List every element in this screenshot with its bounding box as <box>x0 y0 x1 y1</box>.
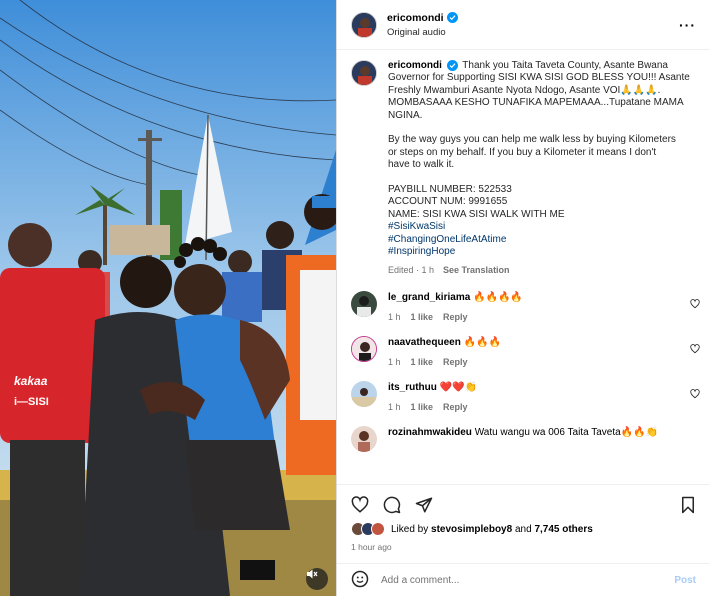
post-details-panel: ericomondi Original audio ··· ericomondi <box>336 0 710 596</box>
commenter-username[interactable]: naavathequeen <box>388 337 461 348</box>
comment-time: 1 h <box>388 311 401 322</box>
mute-toggle-button[interactable] <box>306 568 328 590</box>
comment-item: le_grand_kiriama 🔥🔥🔥🔥 1 h 1 like Reply <box>337 290 710 322</box>
post-photo: kakaa i—SISI <box>0 0 336 596</box>
instagram-post-view: kakaa i—SISI ericomondi Original audio ·… <box>0 0 710 596</box>
share-icon[interactable] <box>415 496 433 514</box>
caption-line: Thank you Taita Taveta County, Asante Bw… <box>462 60 668 71</box>
comment-input[interactable]: Add a comment... <box>381 575 674 586</box>
comment-likes[interactable]: 1 like <box>411 402 434 412</box>
bookmark-icon[interactable] <box>680 496 696 514</box>
audio-label[interactable]: Original audio <box>387 27 679 38</box>
likes-count[interactable]: 7,745 others <box>534 524 592 535</box>
caption-text: ericomondi Thank you Taita Taveta County… <box>388 60 693 277</box>
caption-line: NAME: SISI KWA SISI WALK WITH ME <box>388 208 565 220</box>
liker-avatars[interactable] <box>351 522 385 536</box>
more-options-icon[interactable]: ··· <box>679 17 696 33</box>
liked-by-user[interactable]: stevosimpleboy8 <box>431 524 512 535</box>
caption-meta: Edited · 1 h See Translation <box>388 264 693 276</box>
commenter-username[interactable]: rozinahmwakideu <box>388 427 472 438</box>
author-name-text[interactable]: ericomondi <box>387 12 444 24</box>
like-comment-heart-icon[interactable] <box>690 344 700 354</box>
caption-author-avatar[interactable] <box>351 60 377 86</box>
likes-summary: Liked by stevosimpleboy8 and 7,745 other… <box>351 522 593 536</box>
muted-speaker-icon <box>307 569 318 579</box>
add-comment-bar: Add a comment... Post <box>337 563 710 596</box>
verified-badge-icon <box>446 12 458 23</box>
verified-badge-icon <box>446 60 458 71</box>
svg-text:i—SISI: i—SISI <box>14 396 49 408</box>
caption-line: ACCOUNT NUM: 9991655 <box>388 196 508 208</box>
liked-by-label: Liked by <box>391 523 429 535</box>
edited-timestamp: Edited · 1 h <box>388 265 435 276</box>
commenter-avatar[interactable] <box>351 425 377 452</box>
comment-text: 🔥🔥🔥🔥 <box>473 291 523 303</box>
comment-text: ❤️❤️👏 <box>439 381 478 393</box>
post-header: ericomondi Original audio ··· <box>337 0 710 50</box>
commenter-avatar[interactable] <box>351 290 377 317</box>
caption-line: have to walk it. <box>388 159 455 171</box>
hashtag-link[interactable]: #InspiringHope <box>388 246 693 258</box>
comment-text: Watu wangu wa 006 Taita Taveta🔥🔥👏 <box>474 426 659 438</box>
reply-button[interactable]: Reply <box>443 402 468 412</box>
comment-item: rozinahmwakideu Watu wangu wa 006 Taita … <box>337 425 710 452</box>
comment-likes[interactable]: 1 like <box>411 357 434 367</box>
caption-line: Governor for Supporting SISI KWA SISI GO… <box>388 72 690 84</box>
likes-conjunction: and <box>514 523 532 535</box>
caption-author-name[interactable]: ericomondi <box>388 60 442 71</box>
commenter-avatar[interactable] <box>351 380 377 407</box>
comment-time: 1 h <box>388 356 401 367</box>
comment-likes[interactable]: 1 like <box>411 312 434 322</box>
post-caption: ericomondi Thank you Taita Taveta County… <box>337 50 710 277</box>
comment-item: naavathequeen 🔥🔥🔥 1 h 1 like Reply <box>337 335 710 367</box>
comment-icon[interactable] <box>383 496 401 514</box>
comment-text: 🔥🔥🔥 <box>463 336 501 348</box>
author-username[interactable]: ericomondi <box>387 12 679 24</box>
hashtag-link[interactable]: #ChangingOneLifeAtAtime <box>388 234 693 246</box>
commenter-avatar[interactable] <box>351 335 377 362</box>
post-actions-bar <box>337 484 710 524</box>
caption-line: PAYBILL NUMBER: 522533 <box>388 184 512 196</box>
caption-line: or steps on my behalf. If you buy a Kilo… <box>388 146 657 158</box>
caption-line: By the way guys you can help me walk les… <box>388 134 676 146</box>
caption-line: MOMBASAAA KESHO TUNAFIKA MAPEMAAA...Tupa… <box>388 97 684 109</box>
emoji-icon[interactable] <box>351 570 369 591</box>
like-comment-heart-icon[interactable] <box>690 299 700 309</box>
comments-scroll-area[interactable]: ericomondi Thank you Taita Taveta County… <box>337 50 710 484</box>
reply-button[interactable]: Reply <box>443 357 468 367</box>
reply-button[interactable]: Reply <box>443 312 468 322</box>
comment-item: its_ruthuu ❤️❤️👏 1 h 1 like Reply <box>337 380 710 412</box>
post-media-video[interactable]: kakaa i—SISI <box>0 0 336 596</box>
author-avatar[interactable] <box>351 11 377 38</box>
post-comment-button[interactable]: Post <box>674 575 696 586</box>
commenter-username[interactable]: its_ruthuu <box>388 382 437 393</box>
heart-icon[interactable] <box>351 495 369 514</box>
see-translation-link[interactable]: See Translation <box>443 264 510 276</box>
caption-line: NGINA. <box>388 109 423 121</box>
like-comment-heart-icon[interactable] <box>690 389 700 399</box>
comment-time: 1 h <box>388 401 401 412</box>
hashtag-link[interactable]: #SisiKwaSisi <box>388 221 693 233</box>
commenter-username[interactable]: le_grand_kiriama <box>388 292 470 303</box>
caption-line: Freshly Mwamburi Asante Nyota Ndogo, Asa… <box>388 84 661 96</box>
post-timestamp[interactable]: 1 hour ago <box>351 542 392 552</box>
svg-text:kakaa: kakaa <box>14 374 48 388</box>
